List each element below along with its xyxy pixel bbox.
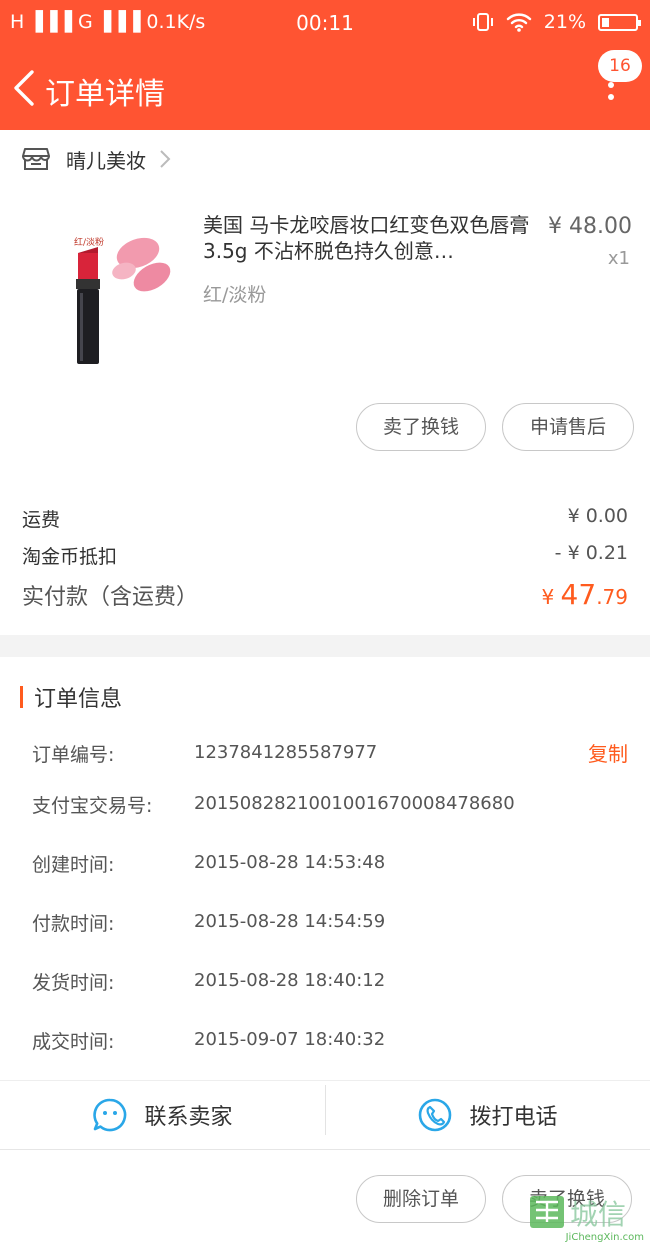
completed-time-value: 2015-09-07 18:40:32: [194, 1029, 386, 1050]
chat-smile-icon: [93, 1098, 127, 1132]
contact-divider: [325, 1085, 326, 1135]
shipping-fee-row: 运费 ¥ 0.00: [22, 505, 628, 532]
battery-icon: [598, 13, 641, 31]
store-icon: [22, 148, 50, 170]
battery-percent: 21%: [543, 11, 586, 33]
created-time-value: 2015-08-28 14:53:48: [194, 852, 386, 873]
alipay-trade-label: 支付宝交易号:: [32, 795, 153, 817]
status-right: 21%: [472, 11, 641, 33]
order-number-label: 订单编号:: [32, 744, 115, 766]
product-quantity: x1: [607, 248, 630, 269]
order-info-row: 发货时间: 2015-08-28 18:40:12: [32, 968, 632, 998]
call-phone-label: 拨打电话: [469, 1105, 558, 1130]
product-price: ¥ 48.00: [548, 214, 632, 239]
status-bar: H ▐▐▐ G ▐▐▐ 0.1K/s 00:11 21%: [0, 0, 650, 48]
total-paid-amount: ¥ 47.79: [541, 578, 628, 611]
completed-time-label: 成交时间:: [32, 1031, 115, 1053]
header-bar: 订单详情 16: [0, 48, 650, 130]
total-paid-label: 实付款（含运费）: [22, 585, 199, 610]
paid-time-value: 2015-08-28 14:54:59: [194, 911, 386, 932]
page-title: 订单详情: [45, 77, 165, 112]
section-accent-bar: [20, 686, 23, 708]
watermark-glyphs: 城信: [570, 1198, 626, 1231]
order-info-row: 付款时间: 2015-08-28 14:54:59: [32, 909, 632, 939]
order-info-row: 创建时间: 2015-08-28 14:53:48: [32, 850, 632, 880]
shop-link[interactable]: 晴儿美妆: [0, 130, 650, 188]
shipped-time-label: 发货时间:: [32, 972, 115, 994]
shipping-fee-label: 运费: [22, 509, 61, 531]
product-spec: 红/淡粉: [203, 284, 267, 306]
call-phone-button[interactable]: 拨打电话: [325, 1081, 650, 1149]
watermark-text: JiChengXin.com: [565, 1232, 644, 1243]
order-info-row: 订单编号: 1237841285587977: [32, 740, 632, 770]
order-info-title: 订单信息: [34, 687, 123, 712]
contact-seller-button[interactable]: 联系卖家: [0, 1081, 325, 1149]
product-item[interactable]: 红/淡粉 美国 马卡龙咬唇妆口红变色双色唇膏3.5g 不沾杯脱色持久创意… 红/…: [0, 195, 650, 385]
order-info-header: 订单信息: [0, 678, 650, 714]
more-dot-icon: [608, 94, 614, 100]
back-arrow-icon[interactable]: [10, 68, 40, 108]
total-decimal: .79: [596, 585, 628, 609]
contact-bar: 联系卖家 拨打电话: [0, 1080, 650, 1150]
total-paid-row: 实付款（含运费） ¥ 47.79: [22, 578, 628, 611]
contact-seller-label: 联系卖家: [144, 1105, 233, 1130]
order-number-value: 1237841285587977: [194, 742, 378, 763]
shipped-time-value: 2015-08-28 18:40:12: [194, 970, 386, 991]
shipping-fee-value: ¥ 0.00: [567, 505, 628, 527]
created-time-label: 创建时间:: [32, 854, 115, 876]
sell-for-cash-button[interactable]: 卖了换钱: [356, 403, 486, 451]
total-currency: ¥: [541, 585, 561, 609]
paid-time-label: 付款时间:: [32, 913, 115, 935]
phone-icon: [419, 1098, 452, 1132]
message-count-badge[interactable]: 16: [598, 50, 642, 82]
product-title: 美国 马卡龙咬唇妆口红变色双色唇膏3.5g 不沾杯脱色持久创意…: [203, 213, 530, 263]
section-divider: [0, 635, 650, 657]
copy-order-number-button[interactable]: 复制: [588, 738, 628, 767]
apply-aftersale-button[interactable]: 申请售后: [502, 403, 634, 451]
product-image-tag: 红/淡粉: [74, 236, 104, 248]
coin-deduction-value: - ¥ 0.21: [554, 542, 628, 564]
order-info-row: 支付宝交易号: 2015082821001001670008478680: [32, 791, 632, 821]
shop-name: 晴儿美妆: [66, 148, 146, 173]
product-thumbnail: 红/淡粉: [74, 236, 171, 364]
vibrate-icon: [472, 13, 493, 31]
delete-order-button[interactable]: 删除订单: [356, 1175, 486, 1223]
total-integer: 47: [560, 578, 597, 611]
wifi-icon: [506, 13, 531, 32]
chevron-right-icon: [160, 150, 171, 168]
coin-deduction-row: 淘金币抵扣 - ¥ 0.21: [22, 542, 628, 569]
alipay-trade-value: 2015082821001001670008478680: [194, 793, 515, 814]
more-dot-icon: [608, 82, 614, 88]
coin-deduction-label: 淘金币抵扣: [22, 546, 118, 568]
order-info-row: 成交时间: 2015-09-07 18:40:32: [32, 1027, 632, 1057]
